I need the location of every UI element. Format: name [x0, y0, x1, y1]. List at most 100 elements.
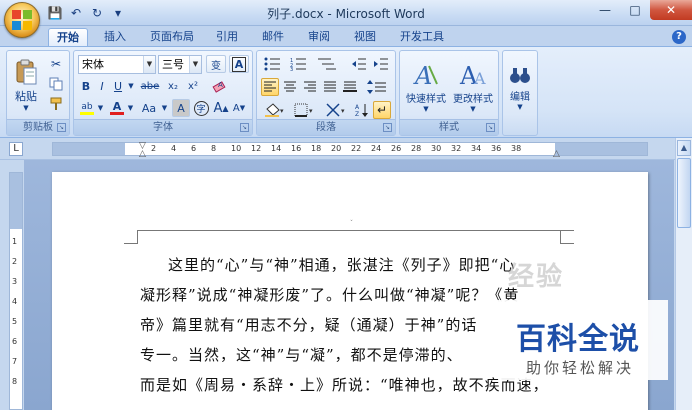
highlight-dropdown[interactable]: ▼	[96, 99, 105, 117]
paragraph-launcher-icon[interactable]: ↘	[383, 123, 392, 132]
font-name-combo[interactable]: 宋体 ▼	[78, 55, 156, 74]
justify-button[interactable]	[321, 78, 339, 96]
numbering-button[interactable]: 123	[287, 55, 311, 73]
multilevel-list-icon	[318, 58, 336, 70]
character-border-icon: A	[231, 56, 247, 72]
strikethrough-button[interactable]: abe	[138, 77, 162, 95]
editing-label: 编辑	[510, 91, 530, 103]
vertical-ruler[interactable]: 1 2 3 4 5 6 7 8	[9, 172, 23, 410]
scrollbar-thumb[interactable]	[677, 158, 691, 228]
enclose-characters-button[interactable]: 字	[192, 99, 210, 117]
tab-view[interactable]: 视图	[346, 28, 384, 46]
paste-button[interactable]: 粘贴 ▼	[11, 55, 41, 115]
chinese-layout-button[interactable]: ▾	[323, 101, 351, 119]
ruler-number: 4	[12, 297, 18, 306]
tab-references[interactable]: 引用	[208, 28, 246, 46]
scroll-up-icon[interactable]: ▲	[677, 140, 691, 156]
maximize-button[interactable]: □	[620, 0, 650, 20]
clipboard-launcher-icon[interactable]: ↘	[57, 123, 66, 132]
shrink-font-button[interactable]: A ▼	[230, 99, 248, 117]
minimize-button[interactable]: —	[590, 0, 620, 20]
change-styles-button[interactable]: AA 更改样式 ▼	[450, 55, 496, 119]
underline-dropdown[interactable]: ▼	[126, 77, 136, 95]
character-border-button[interactable]: A	[229, 55, 249, 73]
ruler-number: 18	[311, 144, 322, 153]
character-shading-button[interactable]: A	[172, 99, 190, 117]
bullets-button[interactable]	[261, 55, 285, 73]
distributed-button[interactable]	[341, 78, 359, 96]
help-icon[interactable]: ?	[672, 30, 686, 44]
editing-button[interactable]: 编辑 ▼	[505, 55, 535, 119]
header-line	[138, 230, 574, 231]
bold-button[interactable]: B	[78, 77, 94, 95]
highlight-button[interactable]: ab	[78, 99, 96, 117]
increase-indent-button[interactable]	[371, 55, 391, 73]
document-line[interactable]: 这里的“心”与“神”相通，张湛注《列子》即把“心	[168, 254, 515, 275]
clear-formatting-button[interactable]: A	[210, 77, 230, 95]
font-color-button[interactable]: A	[108, 99, 126, 117]
tab-selector[interactable]: L	[9, 142, 23, 156]
superscript-button[interactable]: x²	[184, 77, 202, 95]
change-case-button[interactable]: Aa	[138, 99, 160, 117]
tab-home[interactable]: 开始	[48, 28, 88, 46]
format-painter-button[interactable]	[47, 95, 65, 113]
multilevel-list-button[interactable]	[313, 55, 341, 73]
horizontal-ruler[interactable]: 2 4 6 8 10 12 14 16 18 20 22 24 26 28 30…	[52, 141, 648, 159]
paragraph-mark-icon: ↵	[376, 103, 388, 117]
quick-styles-button[interactable]: A 快速样式 ▼	[404, 55, 448, 119]
decrease-indent-button[interactable]	[349, 55, 369, 73]
crop-mark	[124, 230, 138, 244]
watermark-title: 百科全说	[516, 322, 640, 357]
left-margin-area	[53, 143, 125, 155]
tab-page-layout[interactable]: 页面布局	[142, 28, 202, 46]
shading-button[interactable]: ▾	[261, 101, 289, 119]
enclose-characters-icon: 字	[193, 100, 209, 116]
ruler-number: 6	[12, 337, 18, 346]
right-indent-icon[interactable]: △	[553, 149, 560, 159]
document-line[interactable]: 而是如《周易・系辞・上》所说：“唯神也，故不疾而速，	[140, 374, 549, 395]
grow-font-button[interactable]: A ▲	[212, 99, 230, 117]
vertical-scrollbar[interactable]: ▲	[675, 138, 692, 410]
ruler-number: 12	[251, 144, 262, 153]
font-size-combo[interactable]: 三号 ▼	[158, 55, 202, 74]
tab-review[interactable]: 审阅	[300, 28, 338, 46]
font-color-icon: A	[112, 100, 122, 113]
align-right-button[interactable]	[301, 78, 319, 96]
italic-button[interactable]: I	[94, 77, 110, 95]
close-button[interactable]: ✕	[650, 0, 692, 20]
line-spacing-button[interactable]	[363, 78, 391, 96]
tab-developer[interactable]: 开发工具	[392, 28, 452, 46]
paintbrush-icon	[50, 97, 62, 110]
chevron-down-icon[interactable]: ▼	[143, 56, 155, 73]
copy-button[interactable]	[47, 75, 65, 93]
borders-button[interactable]: ▾	[291, 101, 319, 119]
svg-text:▾: ▾	[341, 107, 345, 115]
chevron-down-icon: ▼	[470, 104, 476, 113]
phonetic-guide-button[interactable]: 变	[206, 55, 226, 73]
change-case-dropdown[interactable]: ▼	[160, 99, 169, 117]
cut-button[interactable]: ✂	[47, 55, 65, 73]
tab-insert[interactable]: 插入	[96, 28, 134, 46]
document-line[interactable]: 帝》篇里就有“用志不分，疑（通凝）于神”的话	[140, 314, 477, 335]
ruler-number: 7	[12, 357, 18, 366]
align-left-button[interactable]	[261, 78, 279, 96]
chevron-down-icon: ▼	[517, 102, 523, 111]
office-button[interactable]	[4, 2, 40, 38]
styles-launcher-icon[interactable]: ↘	[486, 123, 495, 132]
align-center-button[interactable]	[281, 78, 299, 96]
sort-button[interactable]: AZ	[353, 101, 371, 119]
document-line[interactable]: 凝形释”说成“神凝形废”了。什么叫做“神凝”呢？《黄	[140, 284, 519, 305]
font-color-dropdown[interactable]: ▼	[126, 99, 135, 117]
show-marks-button[interactable]: ↵	[373, 101, 391, 119]
font-launcher-icon[interactable]: ↘	[240, 123, 249, 132]
hanging-indent-icon[interactable]: △	[139, 149, 146, 159]
underline-button[interactable]: U	[110, 77, 126, 95]
document-line[interactable]: 专一。当然，这“神”与“凝”，都不是停滞的、	[140, 344, 463, 365]
sort-icon: AZ	[355, 104, 368, 117]
svg-text:▾: ▾	[280, 107, 284, 115]
ruler-number: 32	[451, 144, 462, 153]
paint-bucket-icon: ▾	[265, 103, 284, 117]
subscript-button[interactable]: x₂	[164, 77, 182, 95]
tab-mailings[interactable]: 邮件	[254, 28, 292, 46]
chevron-down-icon[interactable]: ▼	[189, 56, 201, 73]
